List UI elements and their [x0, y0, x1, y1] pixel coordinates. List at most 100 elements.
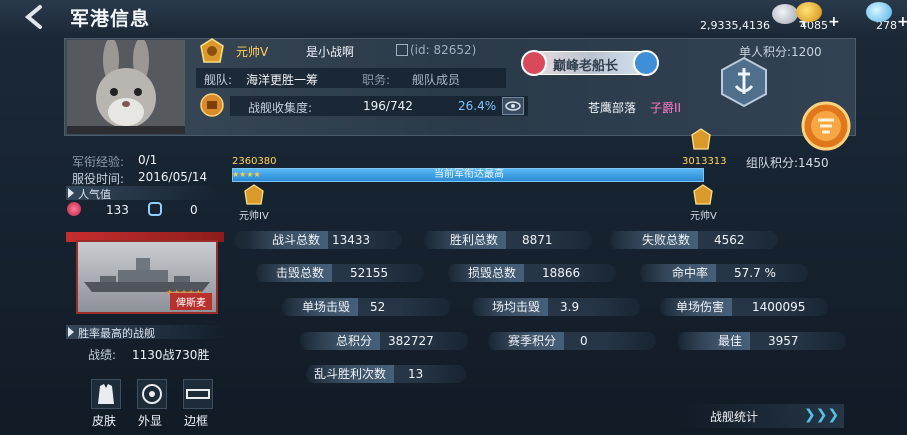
stat-label: 损毁总数	[448, 264, 524, 282]
player-name: 是小战啊	[306, 45, 355, 59]
flower-count: 133	[106, 203, 129, 217]
time-label: 服役时间:	[72, 172, 125, 186]
frame-label: 边框	[184, 414, 209, 428]
stat-label: 赛季积分	[488, 332, 564, 350]
stat-value: 13433	[332, 233, 371, 247]
stat-label: 战斗总数	[248, 231, 328, 249]
stat-max-kills: 单场击毁 52	[282, 298, 450, 316]
slipper-count: 0	[190, 203, 198, 217]
stat-value: 8871	[522, 233, 553, 247]
player-id: (id: 82652)	[410, 43, 477, 57]
duty-label: 职务:	[362, 73, 391, 87]
stat-label: 单场击毁	[282, 298, 358, 316]
skin-label: 皮肤	[92, 414, 117, 428]
record-value: 1130战730胜	[132, 348, 210, 362]
stat-value: 18866	[542, 266, 581, 280]
left-rank-icon	[243, 184, 265, 206]
badge-text: 巅峰老船长	[553, 59, 619, 74]
stat-value: 382727	[388, 334, 434, 348]
time-value: 2016/05/14	[138, 170, 208, 184]
stat-avg-kills: 场均击毁 3.9	[472, 298, 640, 316]
tribe-rank: 子爵II	[650, 101, 682, 115]
anchor-rank-icon[interactable]	[718, 56, 770, 108]
silver-currency[interactable]: 2,9335,4136 +	[700, 0, 810, 34]
stat-total-score: 总积分 382727	[300, 332, 468, 350]
best-ship-header: 胜率最高的战舰	[66, 325, 226, 340]
stat-value: 52155	[350, 266, 389, 280]
gold-coins-icon	[796, 2, 822, 22]
team-score: 组队积分:1450	[746, 156, 829, 170]
left-rank-label: 元帅IV	[239, 211, 269, 222]
stat-losses: 失败总数 4562	[610, 231, 778, 249]
stat-label: 最佳	[678, 332, 750, 350]
ship-name: 俾斯麦	[170, 293, 212, 310]
stat-value: 3.9	[560, 300, 580, 314]
exp-value: 0/1	[138, 153, 158, 167]
eye-icon[interactable]	[502, 97, 524, 115]
stat-label: 场均击毁	[472, 298, 548, 316]
title-badge[interactable]: 巅峰老船长	[521, 50, 659, 76]
stat-label: 乱斗胜利次数	[306, 365, 394, 383]
collection-value: 196/742	[363, 99, 413, 113]
collection-percent: 26.4%	[458, 99, 497, 113]
popularity-label: 人气值	[78, 188, 111, 201]
right-rank-icon	[692, 184, 714, 206]
stat-hit-rate: 命中率 57.7 %	[640, 264, 808, 282]
stat-wins: 胜利总数 8871	[424, 231, 592, 249]
back-arrow-icon[interactable]	[22, 4, 50, 30]
silver-coins-icon	[771, 4, 798, 24]
fleet-label: 舰队:	[204, 73, 233, 87]
progress-stars: ★★★★	[232, 170, 261, 179]
best-ship-card[interactable]: ★★★★★ 俾斯麦	[76, 240, 218, 314]
duty-value: 舰队成员	[412, 73, 461, 87]
diamond-currency[interactable]: 278 +	[862, 0, 907, 34]
fleet-name[interactable]: 海洋更胜一筹	[246, 71, 318, 88]
progress-text: 当前军衔达最高	[434, 169, 504, 180]
slipper-icon[interactable]	[148, 202, 162, 216]
gold-currency[interactable]: 4085 +	[796, 0, 840, 34]
progress-right-value: 3013313	[682, 156, 727, 167]
skin-button[interactable]	[91, 379, 121, 409]
stat-battles: 战斗总数 13433	[234, 231, 402, 249]
expand-arrow-icon	[68, 188, 74, 198]
stat-label: 胜利总数	[426, 231, 506, 249]
stat-season-score: 赛季积分 0	[488, 332, 656, 350]
frame-button[interactable]	[183, 379, 213, 409]
stat-kills: 击毁总数 52155	[256, 264, 424, 282]
rank-title: 元帅V	[236, 45, 269, 59]
diamond-add-button[interactable]: +	[897, 14, 907, 30]
stat-value: 3957	[768, 334, 799, 348]
best-ship-label: 胜率最高的战舰	[78, 327, 155, 340]
team-rank-icon[interactable]	[800, 100, 852, 152]
stat-label: 失败总数	[610, 231, 698, 249]
stat-lost: 损毁总数 18866	[448, 264, 616, 282]
progress-left-value: 2360380	[232, 156, 277, 167]
appearance-button[interactable]	[137, 379, 167, 409]
stat-value: 52	[370, 300, 386, 314]
expand-arrow-icon	[68, 327, 74, 337]
stat-label: 总积分	[300, 332, 380, 350]
right-rank-label: 元帅V	[690, 211, 717, 222]
stat-label: 击毁总数	[256, 264, 332, 282]
page-title: 军港信息	[70, 8, 151, 30]
rank-emblem-icon	[199, 38, 225, 66]
stat-value: 1400095	[752, 300, 806, 314]
appearance-label: 外显	[138, 414, 163, 428]
rank-progress-bar: 当前军衔达最高	[232, 168, 704, 182]
edit-icon[interactable]	[396, 44, 408, 56]
record-label: 战绩:	[88, 348, 117, 362]
exp-label: 军衔经验:	[72, 155, 125, 169]
flower-icon[interactable]	[67, 202, 81, 216]
diamond-icon	[866, 2, 892, 22]
stat-value: 13	[408, 367, 424, 381]
fleet-stats-label: 战舰统计	[710, 410, 759, 424]
stat-label: 单场伤害	[660, 298, 732, 316]
fleet-stats-button[interactable]: 战舰统计 ❯❯❯	[684, 404, 844, 428]
stat-max-damage: 单场伤害 1400095	[660, 298, 828, 316]
gold-add-button[interactable]: +	[828, 14, 840, 30]
stat-value: 57.7 %	[734, 266, 776, 280]
avatar[interactable]	[67, 40, 185, 134]
popularity-header: 人气值	[66, 186, 216, 201]
stat-value: 4562	[714, 233, 745, 247]
stat-best: 最佳 3957	[678, 332, 846, 350]
